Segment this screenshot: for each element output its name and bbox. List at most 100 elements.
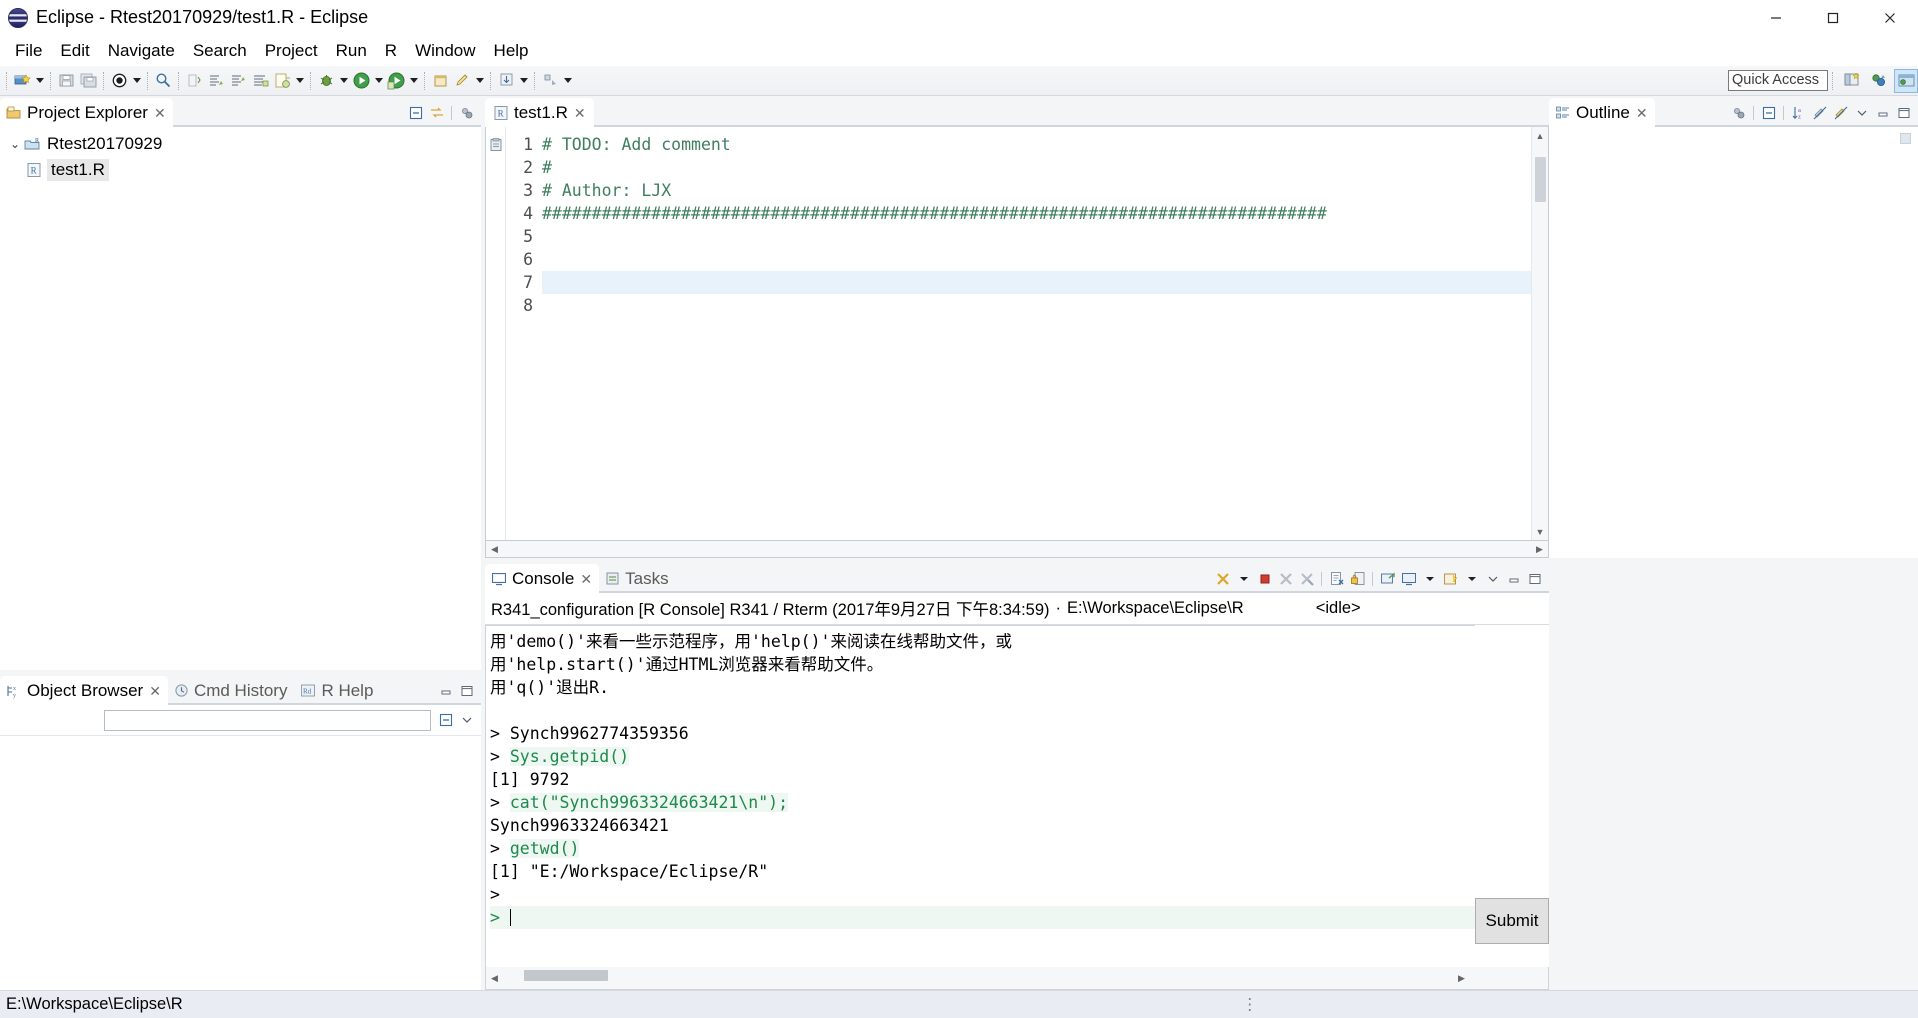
display-selected-console-icon[interactable] bbox=[1399, 569, 1418, 588]
maximize-icon[interactable] bbox=[457, 681, 476, 700]
minimize-button[interactable] bbox=[1747, 0, 1804, 36]
remove-launch-icon[interactable] bbox=[1276, 569, 1295, 588]
chevron-down-icon[interactable]: ⌄ bbox=[6, 137, 24, 151]
scroll-thumb[interactable] bbox=[524, 970, 608, 981]
collapse-all-icon[interactable] bbox=[436, 711, 455, 730]
edit-source-dropdown-arrow[interactable] bbox=[473, 70, 486, 92]
outline-body[interactable] bbox=[1549, 127, 1918, 558]
save-all-icon[interactable] bbox=[77, 70, 99, 92]
outline-scroll-thumb[interactable] bbox=[1900, 133, 1911, 144]
show-console-on-output-icon[interactable] bbox=[1378, 569, 1397, 588]
console-output[interactable]: 用'demo()'来看一些示范程序，用'help()'来阅读在线帮助文件，或 用… bbox=[485, 625, 1475, 967]
perspective-r-active-icon[interactable] bbox=[1894, 68, 1918, 93]
terminate-remove-icon[interactable] bbox=[1213, 569, 1232, 588]
menu-project[interactable]: Project bbox=[256, 39, 327, 63]
scroll-left-icon[interactable]: ◀ bbox=[486, 970, 503, 987]
minimize-icon[interactable] bbox=[1873, 103, 1892, 122]
open-perspective-icon[interactable] bbox=[1840, 69, 1864, 93]
submit-button[interactable]: Submit bbox=[1475, 898, 1549, 944]
tab-project-explorer[interactable]: Project Explorer ✕ bbox=[0, 98, 173, 127]
tree-row-project[interactable]: ⌄ R Rtest20170929 bbox=[6, 131, 481, 157]
hide-non-public-icon[interactable] bbox=[1810, 103, 1829, 122]
editor-code-area[interactable]: # TODO: Add comment # # Author: LJX ####… bbox=[536, 127, 1531, 540]
tab-editor-test1r[interactable]: R test1.R ✕ bbox=[485, 98, 594, 127]
previous-edit-icon[interactable] bbox=[205, 70, 227, 92]
close-button[interactable] bbox=[1861, 0, 1918, 36]
download-dropdown-arrow[interactable] bbox=[517, 70, 530, 92]
new-r-console-icon[interactable] bbox=[429, 70, 451, 92]
close-icon[interactable]: ✕ bbox=[574, 106, 586, 120]
remove-all-terminated-icon[interactable] bbox=[1297, 569, 1316, 588]
menu-edit[interactable]: Edit bbox=[51, 39, 98, 63]
lock-scroll-icon[interactable] bbox=[1348, 569, 1367, 588]
minimize-icon[interactable] bbox=[436, 681, 455, 700]
run-r-dropdown-arrow[interactable] bbox=[407, 70, 420, 92]
external-tools-dropdown-arrow[interactable] bbox=[561, 70, 574, 92]
download-package-icon[interactable] bbox=[495, 70, 517, 92]
view-menu-icon[interactable] bbox=[1483, 569, 1502, 588]
tree-row-file[interactable]: R test1.R bbox=[6, 157, 481, 183]
tab-outline[interactable]: Outline ✕ bbox=[1549, 98, 1655, 127]
open-type-dropdown-arrow[interactable] bbox=[293, 70, 306, 92]
clear-console-icon[interactable] bbox=[1327, 569, 1346, 588]
scroll-thumb[interactable] bbox=[1535, 157, 1546, 202]
edit-source-icon[interactable] bbox=[451, 70, 473, 92]
save-icon[interactable] bbox=[55, 70, 77, 92]
scroll-right-icon[interactable]: ▶ bbox=[1453, 970, 1470, 987]
object-browser-filter-input[interactable] bbox=[104, 709, 431, 731]
minimize-icon[interactable] bbox=[1504, 569, 1523, 588]
close-icon[interactable]: ✕ bbox=[1636, 106, 1648, 120]
terminate-remove-menu-icon[interactable] bbox=[1234, 569, 1253, 588]
tab-tasks[interactable]: Tasks bbox=[599, 564, 675, 593]
view-menu-icon[interactable] bbox=[457, 103, 476, 122]
open-console-icon[interactable] bbox=[1441, 569, 1460, 588]
scroll-right-icon[interactable]: ▶ bbox=[1531, 541, 1548, 558]
maximize-icon[interactable] bbox=[1894, 103, 1913, 122]
last-edit-location-icon[interactable] bbox=[227, 70, 249, 92]
link-with-editor-icon[interactable] bbox=[427, 103, 446, 122]
maximize-button[interactable] bbox=[1804, 0, 1861, 36]
run-r-icon[interactable] bbox=[385, 70, 407, 92]
debug-icon[interactable] bbox=[315, 70, 337, 92]
maximize-icon[interactable] bbox=[1525, 569, 1544, 588]
menu-r[interactable]: R bbox=[376, 39, 406, 63]
run-dropdown-arrow[interactable] bbox=[372, 70, 385, 92]
close-icon[interactable]: ✕ bbox=[149, 684, 161, 698]
next-annotation-icon[interactable] bbox=[183, 70, 205, 92]
goto-line-icon[interactable] bbox=[249, 70, 271, 92]
run-icon[interactable] bbox=[350, 70, 372, 92]
perspective-r-icon[interactable] bbox=[1867, 69, 1891, 93]
quick-access-input[interactable]: Quick Access bbox=[1728, 70, 1828, 91]
console-horizontal-scrollbar[interactable]: ◀ ▶ bbox=[485, 967, 1549, 990]
open-type-icon[interactable] bbox=[271, 70, 293, 92]
new-wizard-dropdown-arrow[interactable] bbox=[33, 70, 46, 92]
terminate-icon[interactable] bbox=[1255, 569, 1274, 588]
print-icon[interactable] bbox=[108, 70, 130, 92]
editor-vertical-scrollbar[interactable]: ▲ ▼ bbox=[1531, 127, 1548, 540]
menu-window[interactable]: Window bbox=[406, 39, 484, 63]
menu-search[interactable]: Search bbox=[184, 39, 256, 63]
menu-navigate[interactable]: Navigate bbox=[99, 39, 184, 63]
menu-help[interactable]: Help bbox=[485, 39, 538, 63]
menu-run[interactable]: Run bbox=[327, 39, 376, 63]
new-wizard-icon[interactable] bbox=[11, 70, 33, 92]
tab-r-help[interactable]: Rd R Help bbox=[294, 676, 380, 705]
external-tools-icon[interactable] bbox=[539, 70, 561, 92]
tab-object-browser[interactable]: x y Object Browser ✕ bbox=[0, 676, 168, 705]
scroll-down-icon[interactable]: ▼ bbox=[1532, 523, 1548, 540]
focus-on-active-task-icon[interactable] bbox=[1729, 103, 1748, 122]
collapse-all-icon[interactable] bbox=[406, 103, 425, 122]
collapse-all-icon[interactable] bbox=[1759, 103, 1778, 122]
open-console-menu-icon[interactable] bbox=[1462, 569, 1481, 588]
scroll-up-icon[interactable]: ▲ bbox=[1532, 127, 1548, 144]
editor-horizontal-scrollbar[interactable]: ◀ ▶ bbox=[485, 541, 1549, 558]
sort-icon[interactable]: a z bbox=[1789, 103, 1808, 122]
scroll-left-icon[interactable]: ◀ bbox=[486, 541, 503, 558]
hide-local-types-icon[interactable] bbox=[1831, 103, 1850, 122]
console-prompt-line[interactable]: > bbox=[490, 906, 1475, 929]
debug-dropdown-arrow[interactable] bbox=[337, 70, 350, 92]
view-menu-icon[interactable] bbox=[457, 711, 476, 730]
tab-cmd-history[interactable]: Cmd History bbox=[168, 676, 295, 705]
print-dropdown-arrow[interactable] bbox=[130, 70, 143, 92]
editor-marker-bar[interactable] bbox=[486, 127, 506, 540]
